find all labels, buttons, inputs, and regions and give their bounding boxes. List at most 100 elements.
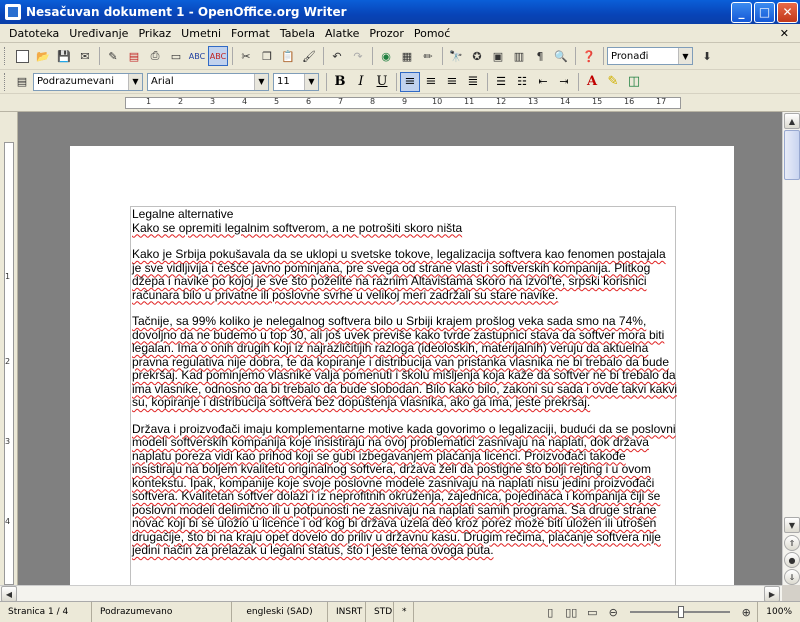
font-color-icon[interactable]: A xyxy=(582,72,602,92)
status-zoom[interactable]: 100% xyxy=(757,601,800,622)
minimize-button[interactable]: _ xyxy=(731,1,752,23)
highlighting-icon[interactable]: ✎ xyxy=(603,72,623,92)
multi-page-view-icon[interactable]: ▯▯ xyxy=(561,602,581,622)
document-subheading[interactable]: Kako se opremiti legalnim softverom, a n… xyxy=(132,221,678,236)
menu-prozor[interactable]: Prozor xyxy=(364,27,408,40)
maximize-button[interactable]: □ xyxy=(754,1,775,23)
menu-umetni[interactable]: Umetni xyxy=(176,27,226,40)
size-dropdown-arrow-icon[interactable]: ▼ xyxy=(304,73,318,90)
scroll-down-icon[interactable]: ▼ xyxy=(784,517,800,533)
open-icon[interactable]: 📂 xyxy=(33,46,53,66)
align-right-icon[interactable]: ≡ xyxy=(442,72,462,92)
paragraph[interactable]: Kako je Srbija pokušavala da se uklopi u… xyxy=(132,247,678,302)
page-preview-icon[interactable]: ▭ xyxy=(166,46,186,66)
navigator-icon[interactable]: ✪ xyxy=(467,46,487,66)
menu-uredjivanje[interactable]: Uređivanje xyxy=(64,27,133,40)
font-size-combo[interactable]: 11 ▼ xyxy=(273,72,319,91)
vruler-number: 4 xyxy=(5,517,11,526)
justify-icon[interactable]: ≣ xyxy=(463,72,483,92)
menu-tabela[interactable]: Tabela xyxy=(275,27,320,40)
zoom-slider[interactable] xyxy=(630,606,731,618)
edit-file-icon[interactable]: ✎ xyxy=(103,46,123,66)
copy-icon[interactable]: ❐ xyxy=(257,46,277,66)
find-dropdown-arrow-icon[interactable]: ▼ xyxy=(678,48,692,64)
status-insert-mode[interactable]: INSRT xyxy=(328,601,366,622)
export-pdf-icon[interactable]: ▤ xyxy=(124,46,144,66)
data-sources-icon[interactable]: ▥ xyxy=(509,46,529,66)
scroll-right-icon[interactable]: ▶ xyxy=(764,586,780,602)
align-center-icon[interactable]: ≡ xyxy=(421,72,441,92)
decrease-indent-icon[interactable]: ⇤ xyxy=(533,72,553,92)
zoom-in-icon[interactable]: ⊕ xyxy=(736,602,756,622)
ruler-number: 1 xyxy=(146,97,152,106)
menu-alatke[interactable]: Alatke xyxy=(320,27,364,40)
align-left-icon[interactable]: ≡ xyxy=(400,71,420,92)
next-page-icon[interactable]: ⇓ xyxy=(784,569,800,585)
redo-icon[interactable]: ↷ xyxy=(348,46,368,66)
email-icon[interactable]: ✉ xyxy=(75,46,95,66)
toolbar-grip[interactable] xyxy=(4,47,8,65)
single-page-view-icon[interactable]: ▯ xyxy=(540,602,560,622)
menu-datoteka[interactable]: Datoteka xyxy=(4,27,64,40)
hyperlink-icon[interactable]: ◉ xyxy=(376,46,396,66)
previous-page-icon[interactable]: ⇑ xyxy=(784,535,800,551)
underline-button[interactable]: U xyxy=(372,72,392,92)
close-button[interactable]: ✕ xyxy=(777,1,798,23)
undo-icon[interactable]: ↶ xyxy=(327,46,347,66)
paragraph[interactable]: Država i proizvođači imaju komplementarn… xyxy=(132,422,678,558)
menu-format[interactable]: Format xyxy=(226,27,275,40)
close-document-icon[interactable]: ✕ xyxy=(775,27,794,40)
new-document-icon[interactable] xyxy=(12,46,32,66)
document-page[interactable]: Legalne alternative Kako se opremiti leg… xyxy=(70,146,734,585)
find-replace-icon[interactable]: 🔭 xyxy=(446,46,466,66)
menu-pomoc[interactable]: Pomoć xyxy=(409,27,455,40)
status-selection-mode[interactable]: STD xyxy=(366,601,394,622)
gallery-icon[interactable]: ▣ xyxy=(488,46,508,66)
font-dropdown-arrow-icon[interactable]: ▼ xyxy=(254,73,268,90)
toolbar-grip[interactable] xyxy=(4,72,8,91)
autospellcheck-icon[interactable]: ABC xyxy=(208,46,228,66)
book-view-icon[interactable]: ▭ xyxy=(582,602,602,622)
italic-button[interactable]: I xyxy=(351,72,371,92)
horizontal-ruler[interactable]: 1 2 3 4 5 6 7 8 9 10 11 12 13 14 15 16 1… xyxy=(0,94,800,112)
find-field[interactable]: Pronađi ▼ xyxy=(607,47,693,65)
zoom-out-icon[interactable]: ⊖ xyxy=(603,602,623,622)
increase-indent-icon[interactable]: ⇥ xyxy=(554,72,574,92)
writer-app-icon[interactable] xyxy=(5,4,21,20)
status-page[interactable]: Stranica 1 / 4 xyxy=(0,601,92,622)
format-paintbrush-icon[interactable]: 🖌 xyxy=(299,46,319,66)
background-color-icon[interactable]: ◫ xyxy=(624,72,644,92)
spellcheck-icon[interactable]: ABC xyxy=(187,46,207,66)
save-icon[interactable]: 💾 xyxy=(54,46,74,66)
bullets-icon[interactable]: ☷ xyxy=(512,72,532,92)
find-next-icon[interactable]: ⬇ xyxy=(697,46,717,66)
paragraph-style-combo[interactable]: Podrazumevani ▼ xyxy=(33,72,143,91)
numbering-icon[interactable]: ☰ xyxy=(491,72,511,92)
horizontal-scrollbar[interactable]: ◀ ▶ xyxy=(0,585,782,602)
paste-icon[interactable]: 📋 xyxy=(278,46,298,66)
help-icon[interactable]: ❓ xyxy=(579,46,599,66)
vertical-scrollbar[interactable]: ▲ ▼ ⇑ ● ⇓ xyxy=(782,112,800,585)
font-name-combo[interactable]: Arial ▼ xyxy=(147,72,269,91)
bold-button[interactable]: B xyxy=(330,72,350,92)
zoom-slider-knob[interactable] xyxy=(678,606,685,618)
navigation-icon[interactable]: ● xyxy=(784,552,800,568)
zoom-icon[interactable]: 🔍 xyxy=(551,46,571,66)
scroll-thumb[interactable] xyxy=(784,130,800,180)
cut-icon[interactable]: ✂ xyxy=(236,46,256,66)
status-language[interactable]: engleski (SAD) xyxy=(232,601,328,622)
document-text[interactable]: Legalne alternative Kako se opremiti leg… xyxy=(132,207,678,571)
scroll-left-icon[interactable]: ◀ xyxy=(1,586,17,602)
style-dropdown-arrow-icon[interactable]: ▼ xyxy=(128,73,142,90)
document-heading[interactable]: Legalne alternative xyxy=(132,207,678,222)
table-icon[interactable]: ▦ xyxy=(397,46,417,66)
paragraph[interactable]: Tačnije, sa 99% koliko je nelegalnog sof… xyxy=(132,314,678,410)
menu-prikaz[interactable]: Prikaz xyxy=(133,27,176,40)
nonprinting-characters-icon[interactable]: ¶ xyxy=(530,46,550,66)
styles-formatting-icon[interactable]: ▤ xyxy=(12,72,32,92)
print-icon[interactable]: ⎙ xyxy=(145,46,165,66)
status-page-style[interactable]: Podrazumevano xyxy=(92,601,232,622)
vertical-ruler[interactable]: 1 2 3 4 xyxy=(0,112,18,585)
show-draw-functions-icon[interactable]: ✏ xyxy=(418,46,438,66)
scroll-up-icon[interactable]: ▲ xyxy=(784,113,800,129)
